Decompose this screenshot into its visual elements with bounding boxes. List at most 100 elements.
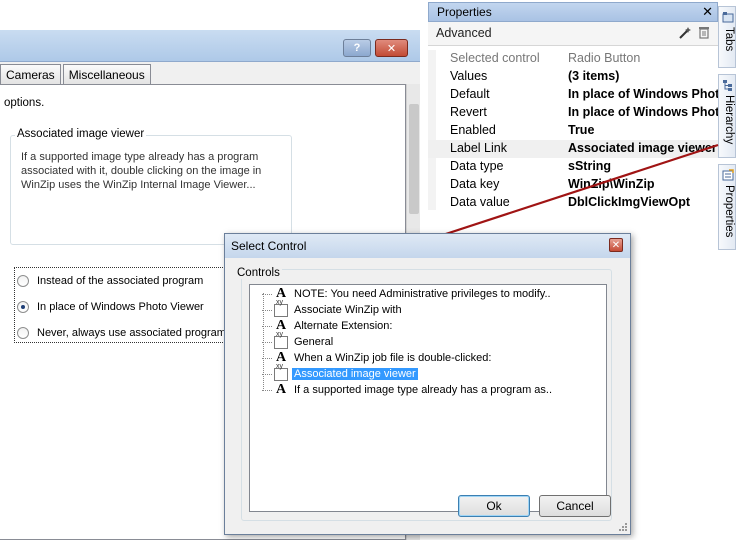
controls-group-label: Controls xyxy=(235,267,282,279)
tree-item[interactable]: Associate WinZip with xyxy=(262,299,404,318)
wand-icon[interactable] xyxy=(678,26,692,40)
tree-item[interactable]: A When a WinZip job file is double-click… xyxy=(262,350,493,366)
tree-branch xyxy=(262,293,272,295)
property-name: Values xyxy=(450,69,488,83)
side-tab-strip: Tabs Hierarchy Properties xyxy=(718,0,736,260)
tree-item-label: Alternate Extension: xyxy=(294,320,393,332)
ok-button[interactable]: Ok xyxy=(458,495,530,517)
property-name: Data type xyxy=(450,159,504,173)
select-control-dialog: Select Control ✕ Controls A NOTE: You ne… xyxy=(224,233,631,535)
property-name: Data value xyxy=(450,195,510,209)
radio-button-group: Instead of the associated program In pla… xyxy=(14,267,226,343)
dialog-title: Select Control xyxy=(231,239,307,253)
property-row-data-key[interactable]: Data key WinZip\WinZip xyxy=(428,176,718,194)
options-text: options. xyxy=(4,97,45,109)
side-tab-label: Tabs xyxy=(723,27,735,52)
help-button[interactable]: ? xyxy=(343,39,371,57)
properties-header: Properties ✕ xyxy=(428,2,718,22)
properties-toolbar: Advanced xyxy=(428,22,718,46)
close-button[interactable]: ✕ xyxy=(375,39,408,57)
radio-checked-icon xyxy=(17,301,29,313)
property-value[interactable]: In place of Windows Photo Viewer xyxy=(568,105,718,119)
radio-label: Instead of the associated program xyxy=(37,275,204,287)
scrollbar-thumb[interactable] xyxy=(409,104,419,214)
property-value: Radio Button xyxy=(568,51,641,65)
radio-label: Never, always use associated program xyxy=(37,327,226,339)
tab-miscellaneous[interactable]: Miscellaneous xyxy=(62,64,151,84)
side-tab-properties[interactable]: Properties xyxy=(718,164,736,250)
property-row-default[interactable]: Default In place of Windows Photo Viewer xyxy=(428,86,718,104)
property-row-label-link[interactable]: Label Link Associated image viewer xyxy=(428,140,718,158)
select-control-titlebar[interactable]: Select Control ✕ xyxy=(225,234,630,258)
side-tab-label: Hierarchy xyxy=(723,95,735,145)
tree-branch xyxy=(262,325,272,327)
controls-tree: A NOTE: You need Administrative privileg… xyxy=(249,284,607,512)
property-value[interactable]: True xyxy=(568,123,718,137)
tab-cameras[interactable]: Cameras xyxy=(0,64,61,84)
tree-item-label: General xyxy=(294,336,334,348)
tree-branch xyxy=(262,373,272,375)
radio-instead-of-associated[interactable]: Instead of the associated program xyxy=(17,272,203,290)
property-row-header: Selected control Radio Button xyxy=(428,50,718,68)
property-name: Selected control xyxy=(450,51,540,65)
cancel-button[interactable]: Cancel xyxy=(539,495,611,517)
property-value[interactable]: DblClickImgViewOpt xyxy=(568,195,718,209)
properties-icon xyxy=(722,169,734,181)
tree-item[interactable]: A NOTE: You need Administrative privileg… xyxy=(262,286,553,302)
side-tab-label: Properties xyxy=(723,185,735,238)
properties-grid: Selected control Radio Button Values (3 … xyxy=(428,50,718,212)
tabs-icon xyxy=(722,12,734,23)
radio-never-use-associated[interactable]: Never, always use associated program xyxy=(17,324,226,342)
close-icon[interactable]: ✕ xyxy=(609,238,623,252)
tree-item-label: If a supported image type already has a … xyxy=(294,384,553,396)
text-label-icon: A xyxy=(275,382,287,397)
hierarchy-icon xyxy=(723,80,732,91)
property-row-values[interactable]: Values (3 items) xyxy=(428,68,718,86)
property-value[interactable]: sString xyxy=(568,159,718,173)
group-box-icon xyxy=(274,299,288,317)
tree-item-label: When a WinZip job file is double-clicked… xyxy=(294,352,492,364)
property-name: Revert xyxy=(450,105,487,119)
tree-item-selected[interactable]: Associated image viewer xyxy=(262,363,418,382)
property-name: Default xyxy=(450,87,490,101)
group-label: Associated image viewer xyxy=(15,128,147,140)
radio-circle-icon xyxy=(17,327,29,339)
trash-icon[interactable] xyxy=(698,25,710,39)
radio-circle-icon xyxy=(17,275,29,287)
tree-item[interactable]: General xyxy=(262,331,335,350)
property-row-data-type[interactable]: Data type sString xyxy=(428,158,718,176)
property-value[interactable]: (3 items) xyxy=(568,69,718,83)
properties-panel: Properties ✕ Advanced Selected control R… xyxy=(428,0,718,228)
category-label: Advanced xyxy=(436,26,492,40)
associated-image-viewer-group: Associated image viewer If a supported i… xyxy=(10,128,292,245)
tree-branch xyxy=(262,389,272,391)
tree-branch xyxy=(262,309,272,311)
tree-branch xyxy=(262,357,272,359)
property-row-enabled[interactable]: Enabled True xyxy=(428,122,718,140)
tree-item[interactable]: A If a supported image type already has … xyxy=(262,382,554,398)
group-box-icon xyxy=(274,331,288,349)
background-tabs: Cameras Miscellaneous xyxy=(0,64,153,84)
side-tab-tabs[interactable]: Tabs xyxy=(718,6,736,68)
property-value[interactable]: WinZip\WinZip xyxy=(568,177,718,191)
tree-item-label: NOTE: You need Administrative privileges… xyxy=(294,288,551,300)
property-row-data-value[interactable]: Data value DblClickImgViewOpt xyxy=(428,194,718,212)
property-value[interactable]: Associated image viewer xyxy=(568,141,718,155)
property-row-revert[interactable]: Revert In place of Windows Photo Viewer xyxy=(428,104,718,122)
background-dialog-titlebar[interactable]: ? ✕ xyxy=(0,30,420,62)
tree-branch xyxy=(262,341,272,343)
group-description: If a supported image type already has a … xyxy=(21,151,262,191)
tree-item-label: Associate WinZip with xyxy=(294,304,402,316)
radio-in-place-of-photo-viewer[interactable]: In place of Windows Photo Viewer xyxy=(17,298,204,316)
resize-grip-icon[interactable] xyxy=(618,522,628,532)
group-box-icon xyxy=(274,363,288,381)
property-value[interactable]: In place of Windows Photo Viewer xyxy=(568,87,718,101)
tree-item-label: Associated image viewer xyxy=(292,368,418,380)
side-tab-hierarchy[interactable]: Hierarchy xyxy=(718,74,736,158)
close-icon[interactable]: ✕ xyxy=(702,4,713,20)
radio-label: In place of Windows Photo Viewer xyxy=(37,301,204,313)
property-name: Enabled xyxy=(450,123,496,137)
properties-title: Properties xyxy=(437,5,492,19)
property-name: Data key xyxy=(450,177,500,191)
property-name: Label Link xyxy=(450,141,507,155)
